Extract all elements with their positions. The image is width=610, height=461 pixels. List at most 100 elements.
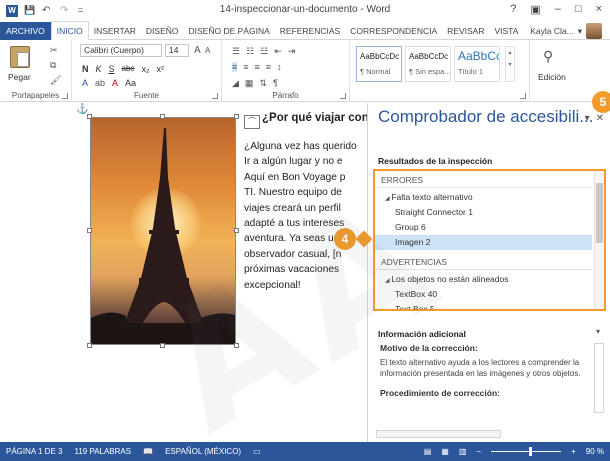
warnings-category[interactable]: Los objetos no están alineados — [375, 272, 592, 287]
underline-button[interactable]: S — [109, 64, 115, 74]
info-scrollbar[interactable] — [594, 343, 604, 413]
font-size-select[interactable]: 14 — [165, 44, 189, 57]
list-item[interactable]: TextBox 40 — [375, 287, 592, 302]
save-icon[interactable]: 💾 — [24, 5, 36, 17]
list-item[interactable]: Text Box 5 — [375, 302, 592, 309]
help-icon[interactable]: ? — [510, 3, 516, 16]
highlight-icon[interactable]: ab — [95, 78, 105, 88]
resize-handle[interactable] — [160, 114, 165, 119]
styles-launcher-icon[interactable] — [520, 93, 526, 99]
layout-options-icon[interactable]: ⌒ — [244, 115, 260, 129]
paste-button[interactable]: Pegar — [8, 72, 31, 82]
multilevel-list-icon[interactable]: ☳ — [260, 46, 268, 57]
resize-handle[interactable] — [234, 228, 239, 233]
bullets-icon[interactable]: ☰ — [232, 46, 240, 57]
tab-referencias[interactable]: REFERENCIAS — [275, 22, 345, 40]
user-account[interactable]: Kayla Cla... ▾ — [530, 22, 602, 40]
tab-diseno-de-pagina[interactable]: DISEÑO DE PÁGINA — [184, 22, 275, 40]
subscript-button[interactable]: x₂ — [141, 64, 149, 74]
resize-handle[interactable] — [87, 114, 92, 119]
chevron-down-icon[interactable]: ▾ — [596, 327, 600, 336]
list-item[interactable]: Straight Connector 1 — [375, 205, 592, 220]
tab-diseno[interactable]: DISEÑO — [141, 22, 184, 40]
binoculars-icon[interactable]: ⚲ — [543, 48, 553, 65]
grow-font-icon[interactable]: A — [194, 45, 201, 56]
italic-button[interactable]: K — [96, 64, 102, 74]
maximize-button[interactable]: □ — [575, 3, 582, 16]
inspection-results-list[interactable]: ERRORES Falta texto alternativo Straight… — [373, 169, 606, 311]
errors-category[interactable]: Falta texto alternativo — [375, 190, 592, 205]
shrink-font-icon[interactable]: A — [205, 46, 210, 55]
pane-horizontal-scrollbar[interactable] — [376, 430, 501, 438]
line-spacing-icon[interactable]: ↕ — [277, 62, 282, 72]
web-layout-icon[interactable]: ▥ — [459, 447, 467, 456]
zoom-out-icon[interactable]: − — [476, 447, 481, 456]
minimize-button[interactable]: – — [555, 3, 561, 16]
eiffel-tower-image[interactable] — [90, 117, 236, 345]
macro-icon[interactable]: ▭ — [247, 447, 267, 456]
bold-button[interactable]: N — [82, 64, 89, 74]
ribbon-display-icon[interactable]: ▣ — [530, 3, 540, 16]
clipboard-launcher-icon[interactable] — [62, 93, 68, 99]
read-mode-icon[interactable]: ▤ — [424, 447, 432, 456]
borders-icon[interactable]: ▦ — [245, 78, 254, 89]
zoom-slider[interactable] — [491, 447, 562, 456]
tab-revisar[interactable]: REVISAR — [442, 22, 489, 40]
justify-icon[interactable]: ≡ — [266, 62, 271, 72]
redo-icon[interactable]: ↷ — [60, 5, 72, 17]
word-count[interactable]: 119 PALABRAS — [68, 447, 137, 456]
editing-button[interactable]: Edición — [538, 72, 566, 82]
list-item[interactable]: Group 6 — [375, 220, 592, 235]
copy-icon[interactable]: ⧉ — [50, 60, 56, 71]
show-marks-icon[interactable]: ¶ — [273, 78, 278, 89]
superscript-button[interactable]: x² — [156, 64, 164, 74]
tab-inicio[interactable]: INICIO — [50, 21, 89, 40]
page-count[interactable]: PÁGINA 1 DE 3 — [0, 447, 68, 456]
resize-handle[interactable] — [87, 343, 92, 348]
resize-handle[interactable] — [234, 114, 239, 119]
scroll-thumb[interactable] — [596, 183, 603, 243]
font-launcher-icon[interactable] — [212, 93, 218, 99]
proofing-icon[interactable]: 📖 — [137, 447, 159, 456]
style-titulo-1[interactable]: AaBbCc Título 1 — [454, 46, 500, 82]
align-center-icon[interactable]: ≡ — [243, 62, 248, 72]
close-pane-icon[interactable]: ✕ — [596, 113, 604, 124]
style-normal[interactable]: AaBbCcDc ¶ Normal — [356, 46, 402, 82]
tab-correspondencia[interactable]: CORRESPONDENCIA — [345, 22, 442, 40]
language-indicator[interactable]: ESPAÑOL (MÉXICO) — [159, 447, 247, 456]
strikethrough-button[interactable]: abc — [122, 64, 135, 74]
tab-insertar[interactable]: INSERTAR — [89, 22, 141, 40]
zoom-level[interactable]: 90 % — [586, 447, 604, 456]
resize-handle[interactable] — [87, 228, 92, 233]
styles-gallery-scroll[interactable]: ▴ ▾ — [505, 46, 515, 82]
list-item-selected[interactable]: Imagen 2 — [375, 235, 592, 250]
paste-icon[interactable] — [10, 46, 30, 68]
resize-handle[interactable] — [234, 343, 239, 348]
numbering-icon[interactable]: ☷ — [246, 46, 254, 57]
resize-handle[interactable] — [160, 343, 165, 348]
undo-icon[interactable]: ↶ — [42, 5, 54, 17]
style-sin-espaciado[interactable]: AaBbCcDc ¶ Sin espa... — [405, 46, 451, 82]
document-area[interactable]: ⚓ ⌒ ¿Por qué viajar con ¿Alguna vez has … — [0, 103, 369, 442]
print-layout-icon[interactable]: ▦ — [441, 447, 449, 456]
paragraph-launcher-icon[interactable] — [340, 93, 346, 99]
cut-icon[interactable]: ✂ — [50, 45, 58, 56]
sort-icon[interactable]: ⇅ — [259, 78, 267, 89]
close-window-button[interactable]: × — [596, 3, 602, 16]
format-painter-icon[interactable]: 🖌 — [50, 75, 61, 86]
decrease-indent-icon[interactable]: ⇤ — [274, 46, 282, 57]
font-family-select[interactable]: Calibri (Cuerpo) — [80, 44, 162, 57]
font-color-icon[interactable]: A — [112, 78, 118, 88]
shading-icon[interactable]: ◢ — [232, 78, 239, 89]
align-left-icon[interactable]: ≡ — [232, 62, 238, 72]
increase-indent-icon[interactable]: ⇥ — [288, 46, 296, 57]
word-app-icon[interactable]: W — [6, 5, 18, 17]
results-scrollbar[interactable] — [594, 171, 604, 309]
zoom-thumb[interactable] — [529, 447, 533, 456]
zoom-in-icon[interactable]: + — [571, 447, 576, 456]
tab-vista[interactable]: VISTA — [489, 22, 523, 40]
text-effects-icon[interactable]: A — [82, 78, 88, 88]
tab-archivo[interactable]: ARCHIVO — [0, 21, 51, 40]
align-right-icon[interactable]: ≡ — [255, 62, 260, 72]
change-case-button[interactable]: Aa — [125, 78, 136, 88]
